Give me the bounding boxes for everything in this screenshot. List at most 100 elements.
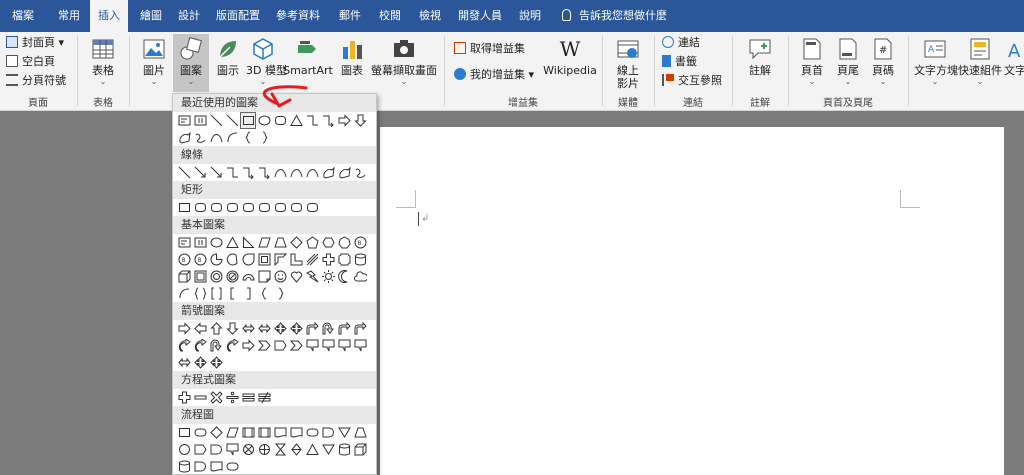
cover-page-button[interactable]: 封面頁 ▾ xyxy=(6,34,64,52)
merge-shape-icon[interactable] xyxy=(336,424,352,441)
trap-shape-icon[interactable] xyxy=(272,234,288,251)
elbow-shape-icon[interactable] xyxy=(224,164,240,181)
tab-layout[interactable]: 版面配置 xyxy=(213,0,263,32)
header-button[interactable]: 頁首 ⌄ xyxy=(796,34,828,92)
noentry-shape-icon[interactable] xyxy=(224,268,240,285)
textbox-shape-icon[interactable] xyxy=(176,234,192,251)
brackpair-shape-icon[interactable] xyxy=(208,285,224,302)
free-shape-icon[interactable] xyxy=(320,164,336,181)
blank-page-button[interactable]: 空白頁 xyxy=(6,53,55,71)
sumj-shape-icon[interactable] xyxy=(240,441,256,458)
page-number-button[interactable]: # 頁碼 ⌄ xyxy=(866,34,900,92)
free-shape-icon[interactable] xyxy=(176,129,192,146)
lbrace-shape-icon[interactable] xyxy=(240,129,256,146)
rbrace-shape-icon[interactable] xyxy=(272,285,288,302)
circnum-shape-icon[interactable]: 8 xyxy=(176,251,192,268)
predef-shape-icon[interactable] xyxy=(256,424,272,441)
doc-shape-icon[interactable] xyxy=(288,424,304,441)
pentarrow-shape-icon[interactable] xyxy=(192,441,208,458)
hex-shape-icon[interactable] xyxy=(320,234,336,251)
para-shape-icon[interactable] xyxy=(224,424,240,441)
page-break-button[interactable]: 分頁符號 xyxy=(6,72,66,90)
sun-shape-icon[interactable] xyxy=(320,268,336,285)
curve-shape-icon[interactable] xyxy=(304,164,320,181)
uturn-shape-icon[interactable] xyxy=(320,320,336,337)
delay-shape-icon[interactable] xyxy=(320,424,336,441)
round-shape-icon[interactable] xyxy=(288,199,304,216)
round-shape-icon[interactable] xyxy=(304,199,320,216)
document-page[interactable] xyxy=(380,127,1004,475)
pent-shape-icon[interactable] xyxy=(304,234,320,251)
cross-reference-button[interactable]: 交互參照 xyxy=(662,72,722,90)
rtri-shape-icon[interactable] xyxy=(240,234,256,251)
cross4-shape-icon[interactable] xyxy=(272,320,288,337)
round-shape-icon[interactable] xyxy=(192,199,208,216)
get-addins-button[interactable]: 取得增益集 xyxy=(454,40,525,58)
circnum-shape-icon[interactable]: 8 xyxy=(192,251,208,268)
callout-shape-icon[interactable] xyxy=(304,337,320,354)
table-button[interactable]: 表格 ⌄ xyxy=(83,34,123,92)
chord-shape-icon[interactable] xyxy=(224,251,240,268)
times-shape-icon[interactable] xyxy=(208,389,224,406)
elbowa-shape-icon[interactable] xyxy=(256,164,272,181)
trap-shape-icon[interactable] xyxy=(352,424,368,441)
oval-shape-icon[interactable] xyxy=(208,234,224,251)
uarrow-shape-icon[interactable] xyxy=(208,320,224,337)
para-shape-icon[interactable] xyxy=(256,234,272,251)
arrowline-shape-icon[interactable] xyxy=(192,164,208,181)
delay-shape-icon[interactable] xyxy=(192,458,208,474)
notequal-shape-icon[interactable] xyxy=(256,389,272,406)
divide-shape-icon[interactable] xyxy=(224,389,240,406)
rect-shape-icon[interactable] xyxy=(176,424,192,441)
can-shape-icon[interactable] xyxy=(176,458,192,474)
round-shape-icon[interactable] xyxy=(272,199,288,216)
chevron-shape-icon[interactable] xyxy=(256,337,272,354)
cross4-shape-icon[interactable] xyxy=(288,320,304,337)
quick-parts-button[interactable]: 快速組件 ⌄ xyxy=(958,34,1002,92)
tab-home[interactable]: 常用 xyxy=(52,0,86,32)
plaque-shape-icon[interactable] xyxy=(336,251,352,268)
tab-references[interactable]: 參考資料 xyxy=(272,0,324,32)
orj-shape-icon[interactable] xyxy=(256,441,272,458)
chart-button[interactable]: 圖表 xyxy=(336,34,368,92)
bracepair-shape-icon[interactable] xyxy=(192,285,208,302)
picture-button[interactable]: 圖片 ⌄ xyxy=(136,34,172,92)
minus-shape-icon[interactable] xyxy=(192,389,208,406)
textbox-shape-icon[interactable] xyxy=(176,112,192,129)
curvedarrow-shape-icon[interactable] xyxy=(192,337,208,354)
conn-shape-icon[interactable] xyxy=(176,441,192,458)
lbrace-shape-icon[interactable] xyxy=(256,285,272,302)
pie-shape-icon[interactable] xyxy=(208,251,224,268)
callout-shape-icon[interactable] xyxy=(336,337,352,354)
round-shape-icon[interactable] xyxy=(256,199,272,216)
rarrow-shape-icon[interactable] xyxy=(240,337,256,354)
textbox-button[interactable]: A 文字方塊 ⌄ xyxy=(914,34,958,92)
doc-shape-icon[interactable] xyxy=(208,458,224,474)
larrow-shape-icon[interactable] xyxy=(192,320,208,337)
tab-review[interactable]: 校閱 xyxy=(374,0,406,32)
blockarc-shape-icon[interactable] xyxy=(240,268,256,285)
diamond-shape-icon[interactable] xyxy=(208,424,224,441)
doc-shape-icon[interactable] xyxy=(272,424,288,441)
hept-shape-icon[interactable] xyxy=(336,234,352,251)
chevron-shape-icon[interactable] xyxy=(288,337,304,354)
my-addins-button[interactable]: 我的增益集 ▾ xyxy=(454,66,534,84)
screenshot-button[interactable]: 螢幕擷取畫面 ⌄ xyxy=(370,34,438,92)
tab-draw[interactable]: 繪圖 xyxy=(134,0,168,32)
tab-mailings[interactable]: 郵件 xyxy=(334,0,366,32)
bentarrow-shape-icon[interactable] xyxy=(336,320,352,337)
curvedarrow-shape-icon[interactable] xyxy=(224,337,240,354)
vtextbox-shape-icon[interactable] xyxy=(192,234,208,251)
bookmark-button[interactable]: 書籤 xyxy=(662,53,697,71)
tell-me-search[interactable]: 告訴我您想做什麼 xyxy=(562,0,667,32)
callout-shape-icon[interactable] xyxy=(224,441,240,458)
darrow-shape-icon[interactable] xyxy=(352,112,368,129)
term-shape-icon[interactable] xyxy=(304,424,320,441)
lbrack-shape-icon[interactable] xyxy=(224,285,240,302)
rbrace-shape-icon[interactable] xyxy=(256,129,272,146)
tear-shape-icon[interactable] xyxy=(240,251,256,268)
arc-shape-icon[interactable] xyxy=(176,285,192,302)
tab-file[interactable]: 檔案 xyxy=(6,0,40,32)
curvedarrow-shape-icon[interactable] xyxy=(176,337,192,354)
moon-shape-icon[interactable] xyxy=(336,268,352,285)
